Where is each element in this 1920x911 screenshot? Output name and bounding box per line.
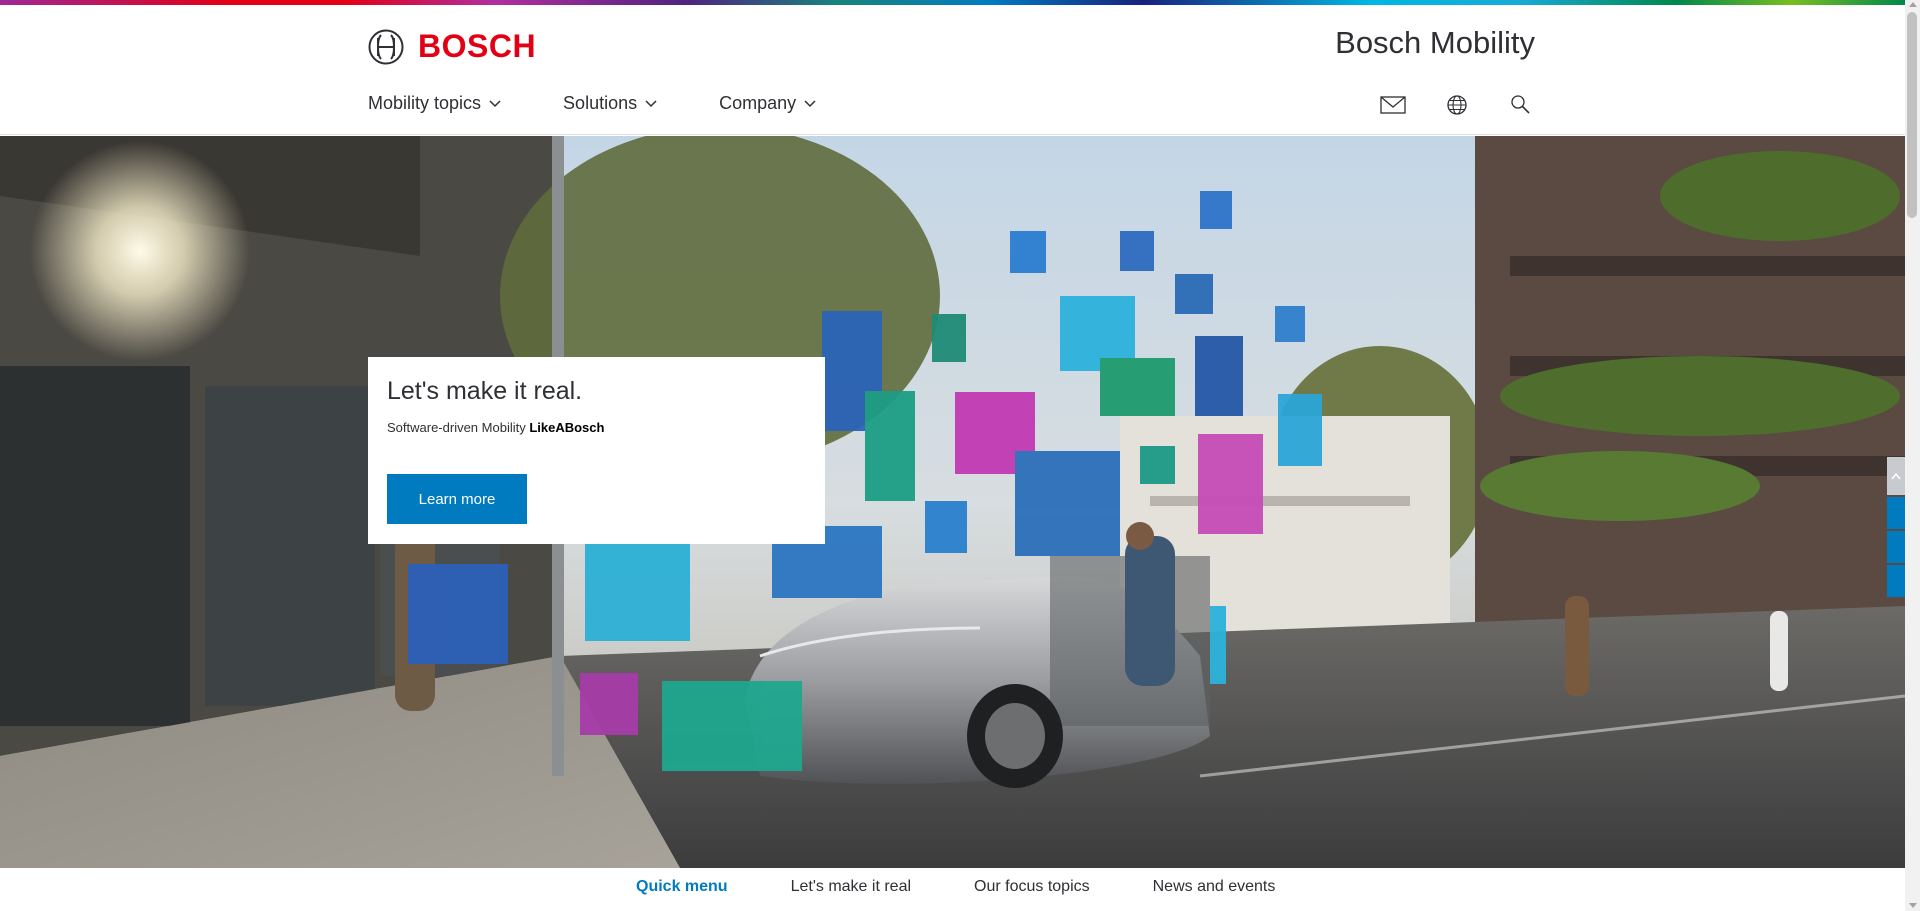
hero-stage: Let's make it real. Software-driven Mobi…	[0, 136, 1905, 868]
search-icon[interactable]	[1507, 93, 1535, 117]
scrollbar-thumb[interactable]	[1907, 12, 1917, 218]
chevron-down-icon	[489, 99, 501, 107]
learn-more-button[interactable]: Learn more	[387, 474, 527, 524]
nav-item-label: Solutions	[563, 93, 638, 113]
scroll-down-arrow-icon[interactable]	[1909, 903, 1917, 908]
nav-item-solutions[interactable]: Solutions	[563, 93, 657, 114]
hero-subtitle-text: Software-driven Mobility	[387, 420, 530, 435]
chevron-up-icon	[1891, 472, 1901, 480]
anchor-quick-menu[interactable]: Quick menu	[636, 878, 728, 896]
anchor-focus-topics[interactable]: Our focus topics	[974, 878, 1090, 896]
page: BOSCH Bosch Mobility Mobility topics Sol…	[0, 0, 1920, 911]
hero-image	[0, 136, 1905, 868]
hero-teaser-card: Let's make it real. Software-driven Mobi…	[368, 357, 825, 544]
nav-item-label: Mobility topics	[368, 93, 482, 113]
hero-title: Let's make it real.	[387, 377, 583, 405]
anchor-navigation: Quick menu Let's make it real Our focus …	[0, 868, 1905, 911]
bosch-armature-icon	[368, 29, 404, 64]
nav-item-mobility-topics[interactable]: Mobility topics	[368, 93, 501, 114]
side-tab-1[interactable]	[1887, 497, 1905, 529]
back-to-top-tab[interactable]	[1887, 457, 1905, 495]
hero-subtitle: Software-driven Mobility LikeABosch	[387, 420, 806, 435]
utility-icons	[1379, 93, 1535, 117]
main-nav: Mobility topics Solutions Company	[368, 93, 816, 114]
site-header: BOSCH Bosch Mobility Mobility topics Sol…	[0, 5, 1905, 135]
globe-icon[interactable]	[1443, 93, 1471, 117]
nav-item-company[interactable]: Company	[719, 93, 816, 114]
hero-hashtag: LikeABosch	[529, 420, 605, 435]
chevron-down-icon	[804, 99, 816, 107]
chevron-down-icon	[645, 99, 657, 107]
anchor-news-events[interactable]: News and events	[1153, 878, 1276, 896]
side-tab-2[interactable]	[1887, 531, 1905, 563]
nav-item-label: Company	[719, 93, 797, 113]
scroll-up-arrow-icon[interactable]	[1909, 2, 1917, 7]
bosch-logo-link[interactable]: BOSCH	[368, 28, 536, 65]
side-tab-3[interactable]	[1887, 565, 1905, 597]
mail-icon[interactable]	[1379, 93, 1407, 117]
anchor-lets-make-it-real[interactable]: Let's make it real	[791, 878, 911, 896]
site-title: Bosch Mobility	[1335, 25, 1535, 60]
logo-text: BOSCH	[418, 28, 537, 64]
